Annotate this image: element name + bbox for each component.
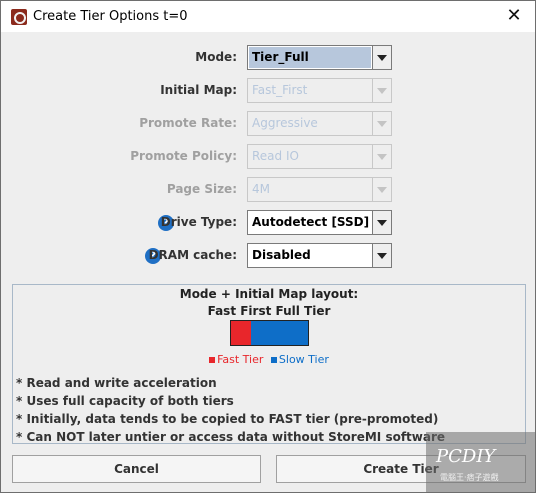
fast-tier-legend-label: Fast Tier bbox=[217, 353, 264, 366]
chevron-down-icon bbox=[372, 79, 391, 102]
cancel-button[interactable]: Cancel bbox=[12, 455, 261, 483]
close-icon[interactable]: ✕ bbox=[503, 5, 525, 27]
page-size-label: Page Size: bbox=[166, 182, 237, 196]
window-title: Create Tier Options t=0 bbox=[33, 9, 188, 24]
promote-rate-select[interactable]: Aggressive bbox=[247, 111, 392, 136]
mode-label: Mode: bbox=[195, 50, 237, 64]
layout-panel-title: Mode + Initial Map layout: bbox=[179, 287, 359, 301]
initial-map-select[interactable]: Fast_First bbox=[247, 78, 392, 103]
promote-rate-value: Aggressive bbox=[252, 116, 318, 130]
chevron-down-icon[interactable] bbox=[372, 46, 391, 69]
watermark-subtext: 電腦王·痞子遊戲 bbox=[440, 473, 499, 482]
mode-value: Tier_Full bbox=[249, 47, 371, 68]
title-bar: Create Tier Options t=0 ✕ bbox=[1, 1, 535, 32]
dialog-window: Create Tier Options t=0 ✕ Mode: Tier_Ful… bbox=[0, 0, 536, 493]
drive-type-label: Drive Type: bbox=[160, 215, 237, 229]
promote-policy-value: Read IO bbox=[252, 149, 299, 163]
promote-policy-label: Promote Policy: bbox=[130, 149, 237, 163]
app-icon bbox=[11, 9, 27, 25]
drive-type-value: Autodetect [SSD] bbox=[252, 215, 370, 229]
slow-tier-segment bbox=[251, 321, 308, 345]
initial-map-label: Initial Map: bbox=[160, 83, 237, 97]
chevron-down-icon[interactable] bbox=[372, 244, 391, 267]
chevron-down-icon bbox=[372, 112, 391, 135]
page-size-value: 4M bbox=[252, 182, 270, 196]
promote-rate-label: Promote Rate: bbox=[139, 116, 237, 130]
dram-cache-value: Disabled bbox=[252, 248, 311, 262]
feature-list: * Read and write acceleration * Uses ful… bbox=[16, 374, 445, 446]
watermark-text: PCDIY bbox=[436, 446, 496, 467]
feature-item: * Can NOT later untier or access data wi… bbox=[16, 430, 446, 444]
watermark-logo: PCDIY 電腦王·痞子遊戲 bbox=[426, 432, 536, 493]
dram-cache-select[interactable]: Disabled bbox=[247, 243, 392, 268]
feature-item: * Uses full capacity of both tiers bbox=[16, 394, 234, 408]
fast-tier-swatch bbox=[209, 357, 216, 363]
feature-item: * Read and write acceleration bbox=[16, 376, 217, 390]
layout-panel: Mode + Initial Map layout: Fast First Fu… bbox=[12, 284, 526, 444]
chevron-down-icon[interactable] bbox=[372, 211, 391, 234]
promote-policy-select[interactable]: Read IO bbox=[247, 144, 392, 169]
tier-layout-bar bbox=[230, 320, 309, 346]
slow-tier-legend-label: Slow Tier bbox=[278, 353, 329, 366]
dram-cache-label: DRAM cache: bbox=[148, 248, 237, 262]
chevron-down-icon bbox=[372, 145, 391, 168]
page-size-select[interactable]: 4M bbox=[247, 177, 392, 202]
mode-select[interactable]: Tier_Full bbox=[247, 45, 392, 70]
drive-type-select[interactable]: Autodetect [SSD] bbox=[247, 210, 392, 235]
initial-map-value: Fast_First bbox=[252, 83, 308, 97]
feature-item: * Initially, data tends to be copied to … bbox=[16, 412, 439, 426]
layout-panel-subtitle: Fast First Full Tier bbox=[207, 304, 331, 318]
slow-tier-swatch bbox=[270, 357, 277, 363]
tier-legend: Fast Tier Slow Tier bbox=[13, 353, 525, 366]
chevron-down-icon bbox=[372, 178, 391, 201]
fast-tier-segment bbox=[231, 321, 251, 345]
